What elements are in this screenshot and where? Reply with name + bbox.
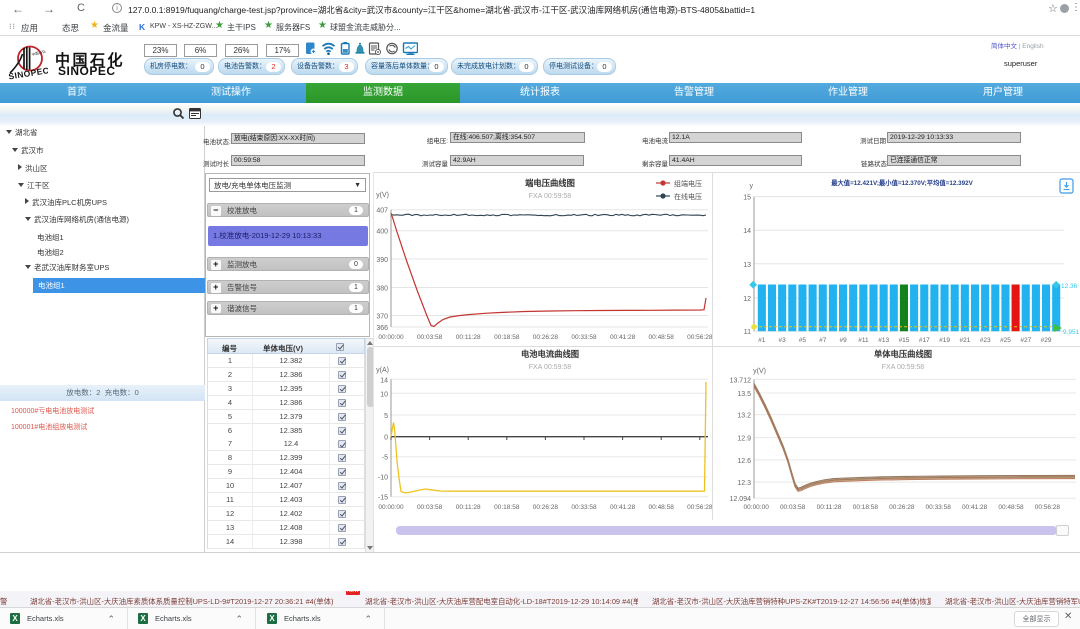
svg-text:00:00:00: 00:00:00 [744,504,770,511]
svg-text:y: y [750,183,754,190]
svg-text:5: 5 [384,413,388,420]
svg-text:#25: #25 [1000,337,1011,344]
svg-text:单体电压曲线图: 单体电压曲线图 [874,349,932,359]
svg-text:366: 366 [376,325,388,332]
svg-text:370: 370 [376,314,388,321]
svg-text:14: 14 [743,228,751,235]
svg-text:15: 15 [743,195,751,202]
svg-text:11: 11 [744,329,751,336]
svg-text:#15: #15 [899,337,910,344]
svg-text:12.094: 12.094 [730,496,752,503]
svg-text:FXA 00:59:58: FXA 00:59:58 [882,364,925,371]
svg-text:407: 407 [376,208,388,215]
svg-text:00:18:58: 00:18:58 [494,504,520,511]
svg-text:00:33:58: 00:33:58 [926,504,952,511]
svg-text:10: 10 [380,391,388,398]
svg-text:00:33:58: 00:33:58 [571,334,597,341]
svg-text:12.36: 12.36 [1061,283,1078,290]
svg-text:-15: -15 [378,495,388,502]
svg-text:390: 390 [376,257,388,264]
svg-text:00:11:28: 00:11:28 [456,504,481,511]
svg-text:12.3: 12.3 [737,480,751,487]
svg-text:14: 14 [380,377,388,384]
svg-text:00:56:28: 00:56:28 [687,334,712,341]
svg-text:#17: #17 [919,337,930,344]
svg-text:-5: -5 [382,455,388,462]
svg-text:00:11:28: 00:11:28 [456,334,481,341]
svg-text:00:48:58: 00:48:58 [998,504,1024,511]
svg-text:00:18:58: 00:18:58 [494,334,520,341]
svg-text:#7: #7 [819,337,827,344]
svg-text:#19: #19 [939,337,950,344]
svg-text:00:41:28: 00:41:28 [610,334,636,341]
svg-text:00:26:28: 00:26:28 [889,504,915,511]
svg-text:00:03:58: 00:03:58 [417,504,443,511]
svg-text:0: 0 [384,435,388,442]
svg-text:12.9: 12.9 [737,436,751,443]
svg-text:#9: #9 [839,337,847,344]
svg-text:端电压曲线图: 端电压曲线图 [525,178,575,188]
svg-text:#29: #29 [1041,337,1052,344]
svg-text:#21: #21 [959,337,970,344]
svg-text:13.2: 13.2 [737,413,751,420]
svg-text:9.951: 9.951 [1063,329,1080,336]
svg-text:00:03:58: 00:03:58 [780,504,806,511]
svg-text:#3: #3 [778,337,786,344]
svg-text:#27: #27 [1020,337,1031,344]
svg-text:组端电压: 组端电压 [674,179,702,188]
svg-text:-10: -10 [378,475,388,482]
svg-text:13.5: 13.5 [737,391,751,398]
svg-text:#5: #5 [799,337,807,344]
svg-text:12.6: 12.6 [737,458,751,465]
svg-text:00:26:28: 00:26:28 [533,504,559,511]
svg-text:00:56:28: 00:56:28 [1035,504,1061,511]
svg-text:#1: #1 [758,337,766,344]
svg-text:00:48:58: 00:48:58 [649,334,675,341]
svg-text:00:41:28: 00:41:28 [962,504,988,511]
svg-text:#11: #11 [858,337,869,344]
svg-text:00:03:58: 00:03:58 [417,334,443,341]
svg-text:12: 12 [743,296,751,303]
svg-text:400: 400 [376,229,388,236]
svg-text:y(V): y(V) [376,192,389,199]
svg-text:13: 13 [743,262,751,269]
svg-text:00:48:58: 00:48:58 [649,504,675,511]
svg-text:y(A): y(A) [376,367,389,374]
svg-text:电池电流曲线图: 电池电流曲线图 [521,349,579,359]
svg-text:#13: #13 [878,337,889,344]
svg-text:#23: #23 [980,337,991,344]
svg-text:00:33:58: 00:33:58 [571,504,597,511]
svg-text:00:00:00: 00:00:00 [378,504,404,511]
svg-text:00:00:00: 00:00:00 [378,334,404,341]
svg-text:380: 380 [376,286,388,293]
svg-text:FXA 00:59:58: FXA 00:59:58 [529,193,572,200]
svg-text:00:26:28: 00:26:28 [533,334,559,341]
svg-text:00:56:28: 00:56:28 [687,504,712,511]
svg-text:00:11:28: 00:11:28 [817,504,842,511]
svg-text:00:18:58: 00:18:58 [853,504,879,511]
svg-text:00:41:28: 00:41:28 [610,504,636,511]
svg-text:FXA 00:59:58: FXA 00:59:58 [529,364,572,371]
svg-text:y(V): y(V) [753,368,766,375]
svg-text:最大值=12.421V;最小值=12.370V;平均值=12: 最大值=12.421V;最小值=12.370V;平均值=12.392V [831,178,973,187]
svg-text:13.712: 13.712 [730,377,752,384]
svg-text:在线电压: 在线电压 [674,192,702,201]
